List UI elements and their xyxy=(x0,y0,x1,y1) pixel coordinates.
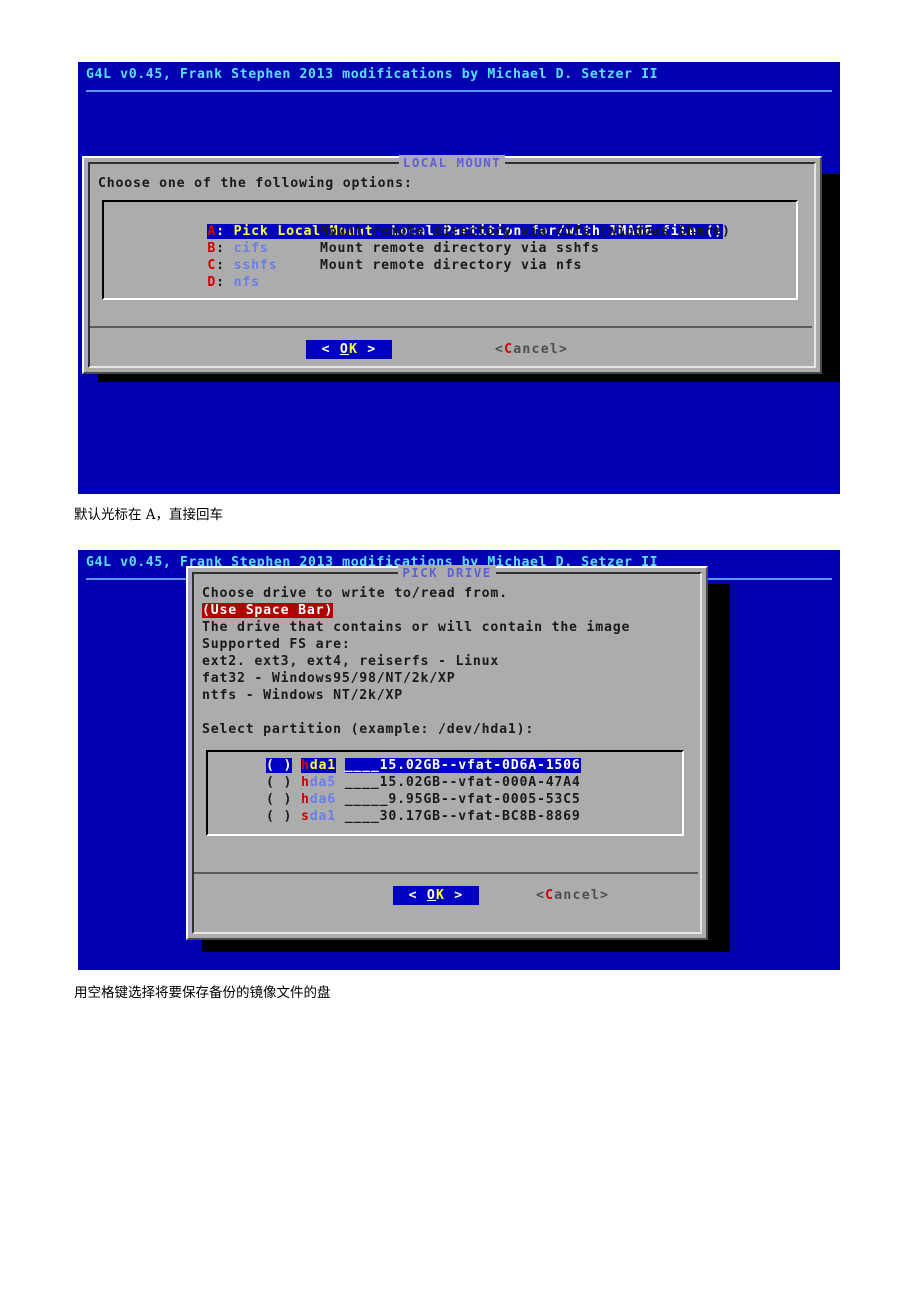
option-name-d: nfs xyxy=(233,275,260,290)
partition-checkbox-hda1[interactable]: ( ) xyxy=(266,758,293,773)
terminal-screen-pick-drive: G4L v0.45, Frank Stephen 2013 modificati… xyxy=(78,550,840,970)
partition-checkbox-hda5[interactable]: ( ) xyxy=(266,775,292,790)
pick-drive-line-4: Supported FS are: xyxy=(202,637,351,652)
partition-checkbox-hda6[interactable]: ( ) xyxy=(266,792,292,807)
option-row-a[interactable]: A: Pick Local Mount Local Partition for/… xyxy=(120,206,724,239)
partition-name-rest-hda1: da1 xyxy=(309,758,336,773)
ok-button-2[interactable]: < OK > xyxy=(393,886,479,905)
partition-row-hda6[interactable]: ( ) hda6 _____9.95GB--vfat-0005-53C5 xyxy=(266,791,581,808)
pick-drive-line-3: The drive that contains or will contain … xyxy=(202,620,631,635)
ok-button[interactable]: < OK > xyxy=(306,340,392,359)
terminal-screen-local-mount: G4L v0.45, Frank Stephen 2013 modificati… xyxy=(78,62,840,494)
cancel-accel-letter-2: C xyxy=(545,888,555,903)
caption-below-screen-1: 默认光标在 A，直接回车 xyxy=(74,507,224,523)
partition-name-first-hda6: h xyxy=(300,792,310,807)
cancel-close-bracket-2: > xyxy=(599,888,610,903)
button-separator-2 xyxy=(194,872,698,874)
dialog-title-2: PICK DRIVE xyxy=(194,565,700,581)
option-key-d: D xyxy=(207,275,217,290)
partition-name-rest-hda5: da5 xyxy=(309,775,336,790)
option-row-b[interactable]: B: cifs xyxy=(120,223,269,256)
partition-listbox: ( ) hda1 ____15.02GB--vfat-0D6A-1506 ( )… xyxy=(206,750,684,836)
ok-accel-letter-2: O xyxy=(426,888,436,903)
ok-left-arrow: < xyxy=(321,342,331,357)
cancel-close-bracket: > xyxy=(558,342,569,357)
partition-row-hda1[interactable]: ( ) hda1 ____15.02GB--vfat-0D6A-1506 xyxy=(266,757,581,774)
pick-drive-line-1: Choose drive to write to/read from. xyxy=(202,586,508,601)
document-page: G4L v0.45, Frank Stephen 2013 modificati… xyxy=(0,0,920,1302)
local-mount-dialog: LOCAL MOUNT Choose one of the following … xyxy=(82,155,822,374)
cancel-open-bracket: < xyxy=(495,342,505,357)
options-listbox: A: Pick Local Mount Local Partition for/… xyxy=(102,200,798,300)
partition-name-rest-hda6: da6 xyxy=(309,792,336,807)
partition-info-hda5: ____15.02GB--vfat-000A-47A4 xyxy=(344,775,581,790)
ok-label-rest: K xyxy=(349,342,359,357)
ok-label-rest-2: K xyxy=(436,888,446,903)
cancel-open-bracket-2: < xyxy=(536,888,546,903)
pick-drive-line-5: ext2. ext3, ext4, reiserfs - Linux xyxy=(202,654,500,669)
pick-drive-line-7: ntfs - Windows NT/2k/XP xyxy=(202,688,404,703)
option-row-c[interactable]: C: sshfs xyxy=(120,240,277,273)
pick-drive-line-6: fat32 - Windows95/98/NT/2k/XP xyxy=(202,671,456,686)
ok-accel-letter: O xyxy=(339,342,349,357)
option-desc-b: Mount remote directory via cifs (Windows… xyxy=(320,224,731,239)
partition-row-hda5[interactable]: ( ) hda5 ____15.02GB--vfat-000A-47A4 xyxy=(266,774,581,791)
ok-right-arrow: > xyxy=(367,342,377,357)
partition-row-sda1[interactable]: ( ) sda1 ____30.17GB--vfat-BC8B-8869 xyxy=(266,808,581,825)
partition-name-first-hda1: h xyxy=(300,758,310,773)
g4l-header-title: G4L v0.45, Frank Stephen 2013 modificati… xyxy=(86,67,659,82)
dialog-title-text-2: PICK DRIVE xyxy=(398,565,496,580)
dialog-title-text: LOCAL MOUNT xyxy=(398,155,506,170)
partition-name-rest-sda1: da1 xyxy=(309,809,336,824)
button-separator xyxy=(90,326,812,328)
partition-info-hda6: _____9.95GB--vfat-0005-53C5 xyxy=(344,792,581,807)
header-divider-rule xyxy=(86,90,832,92)
cancel-button[interactable]: <Cancel> xyxy=(495,340,568,359)
partition-name-first-sda1: s xyxy=(300,809,310,824)
partition-checkbox-sda1[interactable]: ( ) xyxy=(266,809,292,824)
option-desc-d: Mount remote directory via nfs xyxy=(320,258,583,273)
cancel-accel-letter: C xyxy=(504,342,514,357)
cancel-button-2[interactable]: <Cancel> xyxy=(536,886,609,905)
cancel-label-rest: ancel xyxy=(513,342,559,357)
partition-info-sda1: ____30.17GB--vfat-BC8B-8869 xyxy=(344,809,581,824)
option-row-d[interactable]: D: nfs xyxy=(120,257,260,290)
partition-info-hda1: ____15.02GB--vfat-0D6A-1506 xyxy=(344,758,581,773)
pick-drive-dialog: PICK DRIVE Choose drive to write to/read… xyxy=(186,565,708,940)
dialog-title: LOCAL MOUNT xyxy=(90,155,814,171)
select-partition-label: Select partition (example: /dev/hda1): xyxy=(202,722,535,737)
use-space-bar-warning: (Use Space Bar) xyxy=(202,603,334,618)
partition-name-first-hda5: h xyxy=(300,775,310,790)
cancel-label-rest-2: ancel xyxy=(554,888,600,903)
option-desc-c: Mount remote directory via sshfs xyxy=(320,241,600,256)
ok-right-arrow-2: > xyxy=(454,888,464,903)
dialog-prompt: Choose one of the following options: xyxy=(98,176,413,191)
caption-below-screen-2: 用空格键选择将要保存备份的镜像文件的盘 xyxy=(74,985,331,1001)
ok-left-arrow-2: < xyxy=(408,888,418,903)
